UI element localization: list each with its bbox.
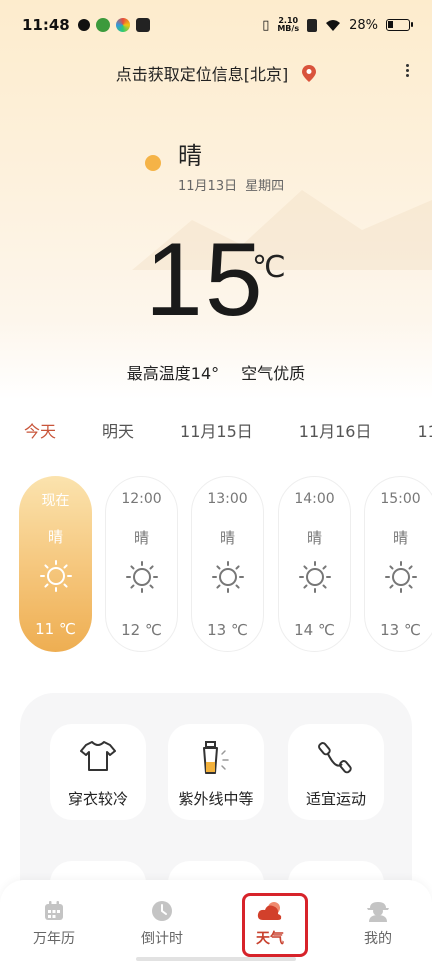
current-date: 11月13日 星期四 — [178, 175, 284, 194]
current-temperature: 15 — [145, 222, 265, 338]
hour-card[interactable]: 14:00 晴 14 ℃ — [278, 476, 351, 652]
temperature-unit: ℃ — [252, 250, 286, 285]
tab-tomorrow[interactable]: 明天 — [102, 418, 134, 444]
tab-today[interactable]: 今天 — [24, 418, 56, 444]
high-temperature: 最高温度14° — [126, 364, 220, 383]
hour-condition: 晴 — [133, 529, 149, 547]
day-tabs: 今天 明天 11月15日 11月16日 11月17日 — [24, 418, 432, 444]
current-extra-info: 最高温度14° 空气优质 — [0, 360, 432, 384]
wifi-icon — [326, 19, 341, 31]
sun-outline-icon — [39, 560, 72, 592]
hour-time: 15:00 — [380, 491, 421, 507]
hour-condition: 晴 — [47, 528, 63, 546]
nav-countdown[interactable]: 倒计时 — [122, 900, 202, 948]
hour-temperature: 13 ℃ — [207, 621, 248, 639]
hour-temperature: 14 ℃ — [294, 621, 335, 639]
hour-temperature: 11 ℃ — [35, 620, 76, 638]
sun-outline-icon — [298, 561, 331, 593]
calendar-icon — [45, 901, 63, 920]
hour-card[interactable]: 12:00 晴 12 ℃ — [105, 476, 178, 652]
tab-nov-17[interactable]: 11月17日 — [418, 418, 432, 444]
bottom-navigation: 万年历 倒计时 天气 我的 — [0, 880, 432, 964]
profile-icon — [367, 902, 389, 922]
notification-icons — [77, 18, 150, 32]
weather-tab-highlight — [242, 893, 308, 957]
more-options-icon[interactable] — [404, 64, 410, 80]
sim-icon — [307, 18, 318, 32]
hour-time: 现在 — [41, 493, 70, 509]
hour-temperature: 13 ℃ — [380, 621, 421, 639]
vibrate-icon: ▯ — [262, 17, 270, 33]
current-weekday: 星期四 — [245, 179, 285, 194]
life-item-label: 穿衣较冷 — [67, 790, 128, 808]
life-item-clothing[interactable]: 穿衣较冷 — [50, 724, 146, 820]
life-item-label: 紫外线中等 — [178, 790, 254, 808]
net-speed-unit: MB/s — [277, 24, 300, 33]
clock-icon — [152, 901, 172, 921]
hour-condition: 晴 — [306, 529, 322, 547]
life-item-sport[interactable]: 适宜运动 — [288, 724, 384, 820]
battery-icon — [386, 19, 413, 31]
life-item-uv[interactable]: 紫外线中等 — [168, 724, 264, 820]
hour-card-now[interactable]: 现在 晴 11 ℃ — [19, 476, 92, 652]
status-bar: 11:48 ▯ 2.10 MB/s 28% — [0, 0, 432, 50]
paw-app-icon — [95, 18, 110, 32]
tab-nov-15[interactable]: 11月15日 — [180, 418, 253, 444]
message-app-icon — [135, 18, 150, 32]
life-item-label: 适宜运动 — [305, 790, 366, 808]
location-bar[interactable]: 点击获取定位信息[北京] — [0, 60, 432, 86]
tshirt-icon — [80, 741, 116, 771]
hour-condition: 晴 — [392, 529, 408, 547]
hourly-forecast[interactable]: 现在 晴 11 ℃ 12:00 晴 12 ℃ 13:00 晴 13 ℃ 14:0… — [0, 476, 432, 656]
current-condition: 晴 — [178, 142, 202, 170]
status-right-group: ▯ 2.10 MB/s 28% — [262, 17, 413, 33]
colorful-app-icon — [115, 18, 130, 32]
hour-temperature: 12 ℃ — [121, 621, 162, 639]
current-date-day: 11月13日 — [178, 179, 238, 194]
location-pin-icon[interactable] — [302, 64, 317, 82]
jump-rope-icon — [318, 742, 352, 774]
nav-label: 我的 — [364, 931, 392, 947]
air-quality: 空气优质 — [241, 364, 306, 383]
sunscreen-icon — [203, 741, 229, 774]
home-indicator[interactable] — [136, 957, 296, 961]
nav-label: 万年历 — [33, 931, 75, 947]
hour-time: 13:00 — [207, 491, 248, 507]
status-time: 11:48 — [22, 16, 70, 34]
net-speed: 2.10 MB/s — [277, 17, 299, 33]
location-text[interactable]: 点击获取定位信息[北京] — [116, 61, 289, 85]
hour-condition: 晴 — [219, 529, 235, 547]
sun-outline-icon — [211, 561, 244, 593]
nav-profile[interactable]: 我的 — [338, 900, 418, 948]
hour-time: 12:00 — [121, 491, 162, 507]
hour-card[interactable]: 15:00 晴 13 ℃ — [364, 476, 432, 652]
tab-nov-16[interactable]: 11月16日 — [299, 418, 372, 444]
hour-time: 14:00 — [294, 491, 335, 507]
nav-calendar[interactable]: 万年历 — [14, 900, 94, 948]
sun-outline-icon — [384, 561, 417, 593]
sun-icon — [145, 155, 161, 171]
leaf-app-icon — [77, 19, 90, 31]
battery-percent: 28% — [349, 17, 378, 33]
nav-label: 倒计时 — [141, 931, 183, 947]
hour-card[interactable]: 13:00 晴 13 ℃ — [191, 476, 264, 652]
sun-outline-icon — [125, 561, 158, 593]
